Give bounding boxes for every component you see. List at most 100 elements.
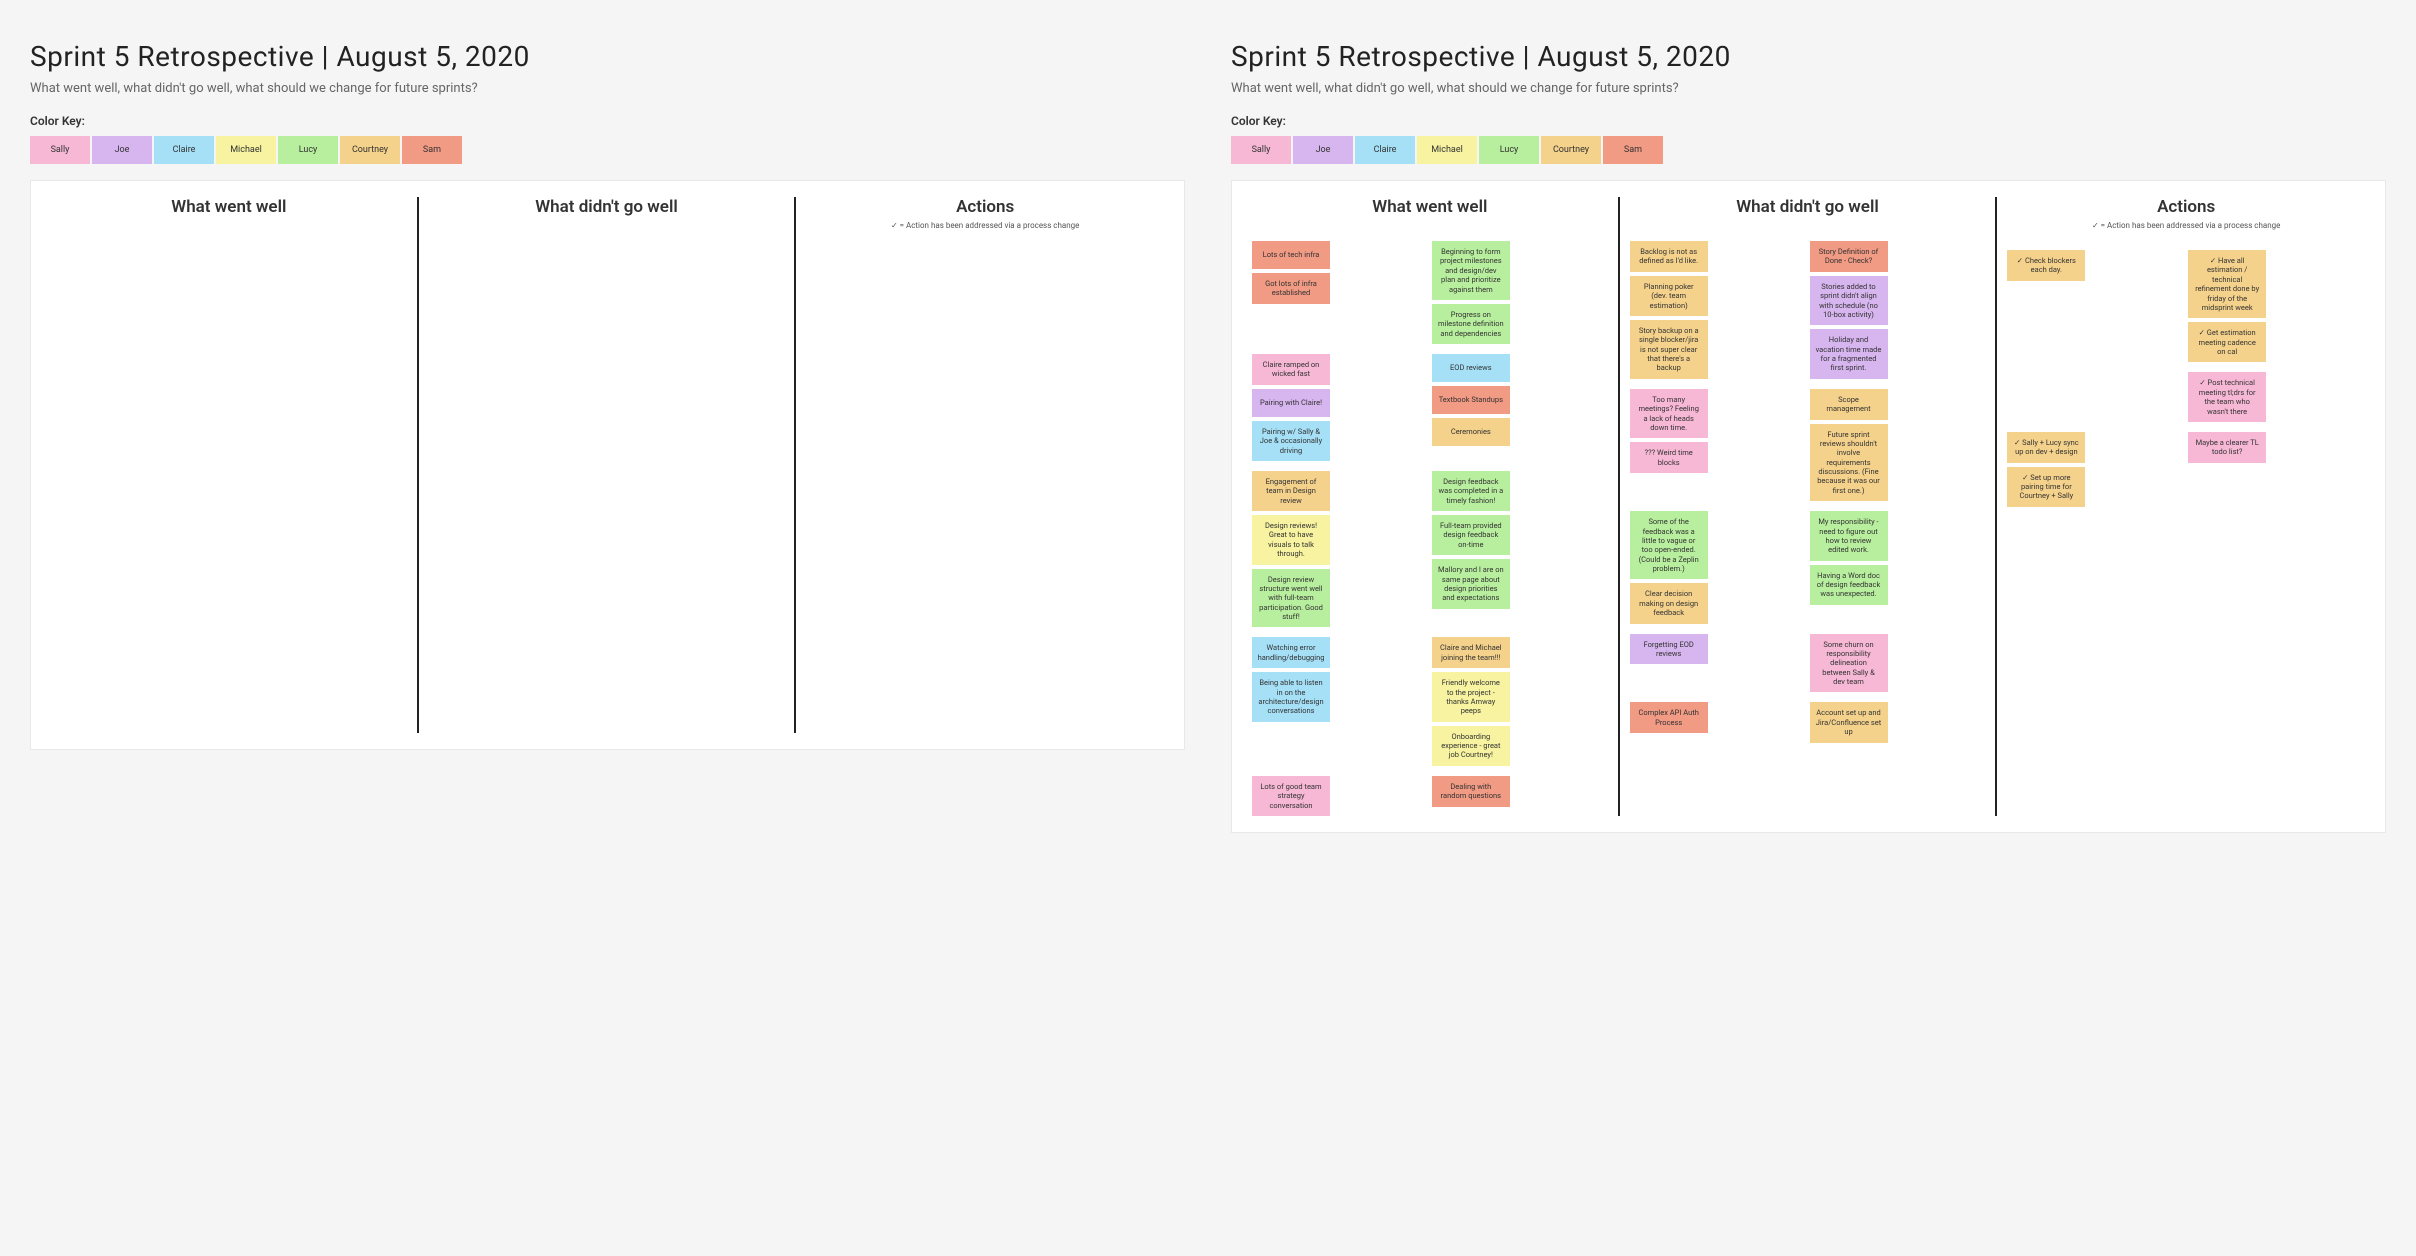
sticky-note[interactable]: ✓ Sally + Lucy sync up on dev + design bbox=[2007, 432, 2085, 463]
sticky-note[interactable]: ✓ Post technical meeting tl;drs for the … bbox=[2188, 372, 2266, 422]
sticky-note[interactable]: Scope management bbox=[1810, 389, 1888, 420]
sticky-note[interactable]: Friendly welcome to the project - thanks… bbox=[1432, 672, 1510, 722]
sticky-note[interactable]: ✓ Get estimation meeting cadence on cal bbox=[2188, 322, 2266, 362]
sticky-note[interactable]: Engagement of team in Design review bbox=[1252, 471, 1330, 511]
note-cluster: ✓ Post technical meeting tl;drs for the … bbox=[2007, 372, 2365, 422]
note-stack: ✓ Post technical meeting tl;drs for the … bbox=[2188, 372, 2365, 422]
sticky-note[interactable]: Complex API Auth Process bbox=[1630, 702, 1708, 733]
note-stack: Lots of good team strategy conversation bbox=[1252, 776, 1428, 816]
column-header: What didn't go well bbox=[429, 197, 785, 221]
sticky-note[interactable]: Stories added to sprint didn't align wit… bbox=[1810, 276, 1888, 326]
sticky-note[interactable]: Account set up and Jira/Confluence set u… bbox=[1810, 702, 1888, 742]
sticky-note[interactable]: ✓ Check blockers each day. bbox=[2007, 250, 2085, 281]
column-header: What went well bbox=[1252, 197, 1608, 221]
column-didnt-go-well[interactable]: What didn't go well bbox=[419, 197, 797, 733]
note-cluster: ✓ Sally + Lucy sync up on dev + design ✓ … bbox=[2007, 432, 2365, 507]
sticky-note[interactable]: Holiday and vacation time made for a fra… bbox=[1810, 329, 1888, 379]
board-title: Sprint 5 Retrospective | August 5, 2020 bbox=[30, 40, 1185, 73]
sticky-note[interactable]: Watching error handling/debugging bbox=[1252, 637, 1330, 668]
color-key-swatch: Claire bbox=[154, 136, 214, 164]
sticky-note[interactable]: Beginning to form project milestones and… bbox=[1432, 241, 1510, 300]
color-key-swatch: Claire bbox=[1355, 136, 1415, 164]
column-actions[interactable]: Actions ✓ = Action has been addressed vi… bbox=[796, 197, 1174, 733]
whiteboard-pair: Sprint 5 Retrospective | August 5, 2020 … bbox=[30, 40, 2386, 833]
note-cluster: Complex API Auth Process Account set up a… bbox=[1630, 702, 1986, 742]
color-key-swatch: Courtney bbox=[1541, 136, 1601, 164]
column-went-well[interactable]: What went well Lots of tech infra Got lot… bbox=[1242, 197, 1620, 816]
sticky-note[interactable]: Some churn on responsibility delineation… bbox=[1810, 634, 1888, 693]
note-cluster: Some of the feedback was a little to vag… bbox=[1630, 511, 1986, 623]
note-stack: Beginning to form project milestones and… bbox=[1432, 241, 1608, 344]
board-filled: Sprint 5 Retrospective | August 5, 2020 … bbox=[1231, 40, 2386, 833]
sticky-note[interactable]: Dealing with random questions bbox=[1432, 776, 1510, 807]
note-stack: My responsibility - need to figure out h… bbox=[1810, 511, 1986, 605]
sticky-note[interactable]: Story Definition of Done - Check? bbox=[1810, 241, 1888, 272]
retro-canvas[interactable]: What went well What didn't go well Actio… bbox=[30, 180, 1185, 750]
note-stack: Account set up and Jira/Confluence set u… bbox=[1810, 702, 1986, 742]
sticky-note[interactable]: Too many meetings? Feeling a lack of hea… bbox=[1630, 389, 1708, 439]
color-key-swatch: Michael bbox=[1417, 136, 1477, 164]
note-stack: Complex API Auth Process bbox=[1630, 702, 1806, 733]
column-header: Actions ✓ = Action has been addressed vi… bbox=[806, 197, 1164, 230]
note-stack: Claire ramped on wicked fast Pairing with… bbox=[1252, 354, 1428, 461]
sticky-note[interactable]: Story backup on a single blocker/jira is… bbox=[1630, 320, 1708, 379]
note-stack: Some churn on responsibility delineation… bbox=[1810, 634, 1986, 693]
note-cluster: Claire ramped on wicked fast Pairing with… bbox=[1252, 354, 1608, 461]
note-stack: Some of the feedback was a little to vag… bbox=[1630, 511, 1806, 623]
sticky-note[interactable]: Claire and Michael joining the team!!! bbox=[1432, 637, 1510, 668]
column-went-well[interactable]: What went well bbox=[41, 197, 419, 733]
sticky-note[interactable]: Clear decision making on design feedback bbox=[1630, 583, 1708, 623]
sticky-note[interactable]: Future sprint reviews shouldn't involve … bbox=[1810, 424, 1888, 502]
sticky-note[interactable]: Lots of tech infra bbox=[1252, 241, 1330, 269]
color-key-swatch: Michael bbox=[216, 136, 276, 164]
sticky-note[interactable]: Planning poker (dev. team estimation) bbox=[1630, 276, 1708, 316]
sticky-note[interactable]: Design feedback was completed in a timel… bbox=[1432, 471, 1510, 511]
note-stack: Claire and Michael joining the team!!! Fr… bbox=[1432, 637, 1608, 765]
sticky-note[interactable]: Pairing with Claire! bbox=[1252, 389, 1330, 417]
sticky-note[interactable]: Pairing w/ Sally & Joe & occasionally dr… bbox=[1252, 421, 1330, 461]
sticky-note[interactable]: ??? Weird time blocks bbox=[1630, 442, 1708, 473]
color-key-swatch: Sam bbox=[402, 136, 462, 164]
color-key-label: Color Key: bbox=[30, 114, 1185, 128]
color-key-swatch: Sam bbox=[1603, 136, 1663, 164]
sticky-note[interactable]: Got lots of infra established bbox=[1252, 273, 1330, 304]
sticky-note[interactable]: Progress on milestone definition and dep… bbox=[1432, 304, 1510, 344]
sticky-note[interactable]: Lots of good team strategy conversation bbox=[1252, 776, 1330, 816]
note-cluster: Lots of tech infra Got lots of infra esta… bbox=[1252, 241, 1608, 344]
sticky-note[interactable]: Claire ramped on wicked fast bbox=[1252, 354, 1330, 385]
sticky-note[interactable]: Backlog is not as defined as I'd like. bbox=[1630, 241, 1708, 272]
color-key-label: Color Key: bbox=[1231, 114, 2386, 128]
note-stack: Story Definition of Done - Check? Stories… bbox=[1810, 241, 1986, 379]
sticky-note[interactable]: My responsibility - need to figure out h… bbox=[1810, 511, 1888, 561]
sticky-note[interactable]: Full-team provided design feedback on-ti… bbox=[1432, 515, 1510, 555]
note-cluster: Too many meetings? Feeling a lack of hea… bbox=[1630, 389, 1986, 501]
column-actions[interactable]: Actions ✓ = Action has been addressed vi… bbox=[1997, 197, 2375, 816]
sticky-note[interactable]: Mallory and I are on same page about des… bbox=[1432, 559, 1510, 609]
sticky-note[interactable]: Design review structure went well with f… bbox=[1252, 569, 1330, 628]
sticky-note[interactable]: Design reviews! Great to have visuals to… bbox=[1252, 515, 1330, 565]
sticky-note[interactable]: ✓ Set up more pairing time for Courtney … bbox=[2007, 467, 2085, 507]
sticky-note[interactable]: Having a Word doc of design feedback was… bbox=[1810, 565, 1888, 605]
sticky-note[interactable]: Forgetting EOD reviews bbox=[1630, 634, 1708, 665]
note-stack: EOD reviews Textbook Standups Ceremonies bbox=[1432, 354, 1608, 446]
sticky-note[interactable]: EOD reviews bbox=[1432, 354, 1510, 382]
sticky-note[interactable]: Onboarding experience - great job Courtn… bbox=[1432, 726, 1510, 766]
note-stack: Forgetting EOD reviews bbox=[1630, 634, 1806, 665]
color-key-swatch: Courtney bbox=[340, 136, 400, 164]
sticky-note[interactable]: Maybe a clearer TL todo list? bbox=[2188, 432, 2266, 463]
note-stack: Dealing with random questions bbox=[1432, 776, 1608, 807]
sticky-note[interactable]: Being able to listen in on the architect… bbox=[1252, 672, 1330, 722]
sticky-note[interactable]: ✓ Have all estimation / technical refine… bbox=[2188, 250, 2266, 318]
sticky-note[interactable]: Textbook Standups bbox=[1432, 386, 1510, 414]
note-stack: ✓ Sally + Lucy sync up on dev + design ✓ … bbox=[2007, 432, 2184, 507]
sticky-note[interactable]: Some of the feedback was a little to vag… bbox=[1630, 511, 1708, 579]
retro-canvas[interactable]: What went well Lots of tech infra Got lot… bbox=[1231, 180, 2386, 833]
color-key-swatch: Joe bbox=[1293, 136, 1353, 164]
color-key-swatch: Lucy bbox=[278, 136, 338, 164]
sticky-note[interactable]: Ceremonies bbox=[1432, 418, 1510, 446]
note-cluster: Lots of good team strategy conversation D… bbox=[1252, 776, 1608, 816]
color-key: SallyJoeClaireMichaelLucyCourtneySam bbox=[30, 136, 1185, 164]
color-key-swatch: Sally bbox=[1231, 136, 1291, 164]
column-didnt-go-well[interactable]: What didn't go well Backlog is not as de… bbox=[1620, 197, 1998, 816]
note-cluster: Engagement of team in Design reviewDesig… bbox=[1252, 471, 1608, 628]
